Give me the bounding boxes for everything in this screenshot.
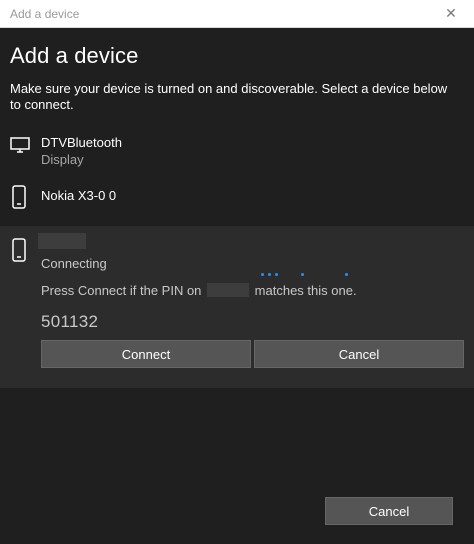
instructions-text: Make sure your device is turned on and d… — [10, 81, 448, 112]
pin-message-start: Press Connect if the PIN on — [41, 283, 202, 298]
redacted-device-name — [207, 283, 250, 297]
selected-device-panel[interactable]: Connecting Press Connect if the PIN on m… — [0, 226, 474, 388]
close-icon[interactable]: ✕ — [428, 0, 474, 27]
cancel-pairing-button[interactable]: Cancel — [254, 340, 464, 368]
device-type: Display — [41, 152, 84, 167]
device-name: DTVBluetooth — [41, 135, 122, 150]
page-title: Add a device — [10, 43, 139, 68]
device-item-dtvbluetooth[interactable]: DTVBluetooth Display — [0, 132, 474, 170]
phone-icon — [12, 238, 26, 262]
phone-icon — [12, 185, 26, 209]
device-name: Nokia X3-0 0 — [41, 188, 117, 203]
title-bar: Add a device ✕ — [0, 0, 474, 28]
connection-status: Connecting — [41, 256, 107, 271]
connect-button[interactable]: Connect — [41, 340, 251, 368]
monitor-icon — [10, 137, 30, 153]
pin-message: Press Connect if the PIN on matches this… — [41, 283, 357, 298]
pin-message-end: matches this one. — [254, 283, 357, 298]
redacted-device-name — [38, 233, 86, 249]
device-item-nokia[interactable]: Nokia X3-0 0 — [0, 183, 474, 213]
window-title: Add a device — [10, 7, 80, 21]
cancel-button[interactable]: Cancel — [325, 497, 453, 525]
pin-code: 501132 — [41, 312, 99, 331]
